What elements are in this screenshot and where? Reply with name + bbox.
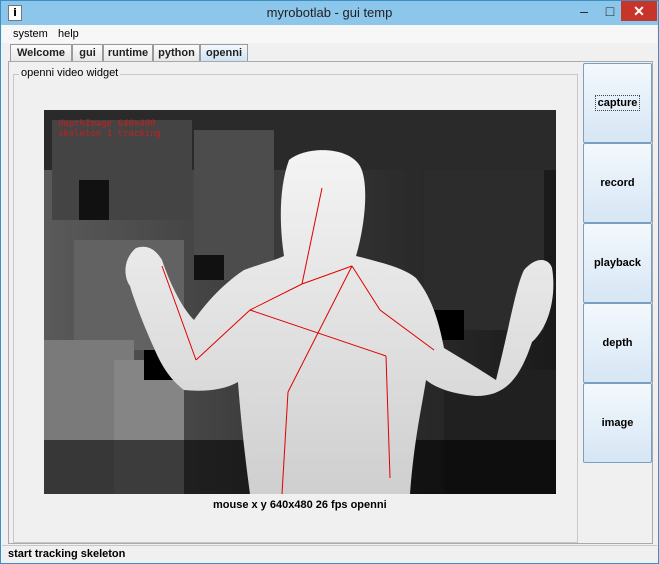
record-button-label: record — [600, 177, 635, 189]
depth-button[interactable]: depth — [583, 303, 652, 383]
overlay-line-1: depthImage 640x480 — [58, 119, 156, 129]
video-widget: openni video widget depthImage 640x480 s… — [13, 66, 578, 543]
tab-runtime[interactable]: runtime — [103, 44, 153, 62]
playback-button[interactable]: playback — [583, 223, 652, 303]
image-button-label: image — [601, 417, 634, 429]
record-button[interactable]: record — [583, 143, 652, 223]
maximize-button[interactable]: □ — [597, 1, 623, 21]
menu-system[interactable]: system — [13, 28, 48, 40]
tab-gui[interactable]: gui — [72, 44, 103, 62]
image-button[interactable]: image — [583, 383, 652, 463]
tab-welcome[interactable]: Welcome — [10, 44, 72, 62]
app-window: i myrobotlab - gui temp – □ ✕ system hel… — [0, 0, 659, 564]
openni-controls: capture record playback depth image — [583, 63, 652, 463]
openni-panel: openni video widget depthImage 640x480 s… — [8, 61, 653, 544]
video-widget-title: openni video widget — [19, 67, 121, 79]
menu-help[interactable]: help — [58, 28, 79, 40]
video-caption: mouse x y 640x480 26 fps openni — [213, 499, 387, 511]
tab-python[interactable]: python — [153, 44, 200, 62]
depth-button-label: depth — [602, 337, 633, 349]
overlay-line-2: skeleton 1 tracking — [58, 129, 161, 139]
menu-bar: system help — [2, 25, 657, 43]
title-bar[interactable]: i myrobotlab - gui temp – □ ✕ — [1, 1, 658, 25]
status-bar: start tracking skeleton — [2, 545, 657, 563]
capture-button[interactable]: capture — [583, 63, 652, 143]
depth-image: depthImage 640x480 skeleton 1 tracking — [44, 110, 556, 494]
window-title: myrobotlab - gui temp — [266, 5, 393, 20]
playback-button-label: playback — [593, 257, 642, 269]
minimize-button[interactable]: – — [571, 1, 597, 21]
close-button[interactable]: ✕ — [621, 1, 657, 21]
depth-video-feed[interactable]: depthImage 640x480 skeleton 1 tracking — [44, 110, 556, 494]
capture-button-label: capture — [594, 95, 641, 111]
